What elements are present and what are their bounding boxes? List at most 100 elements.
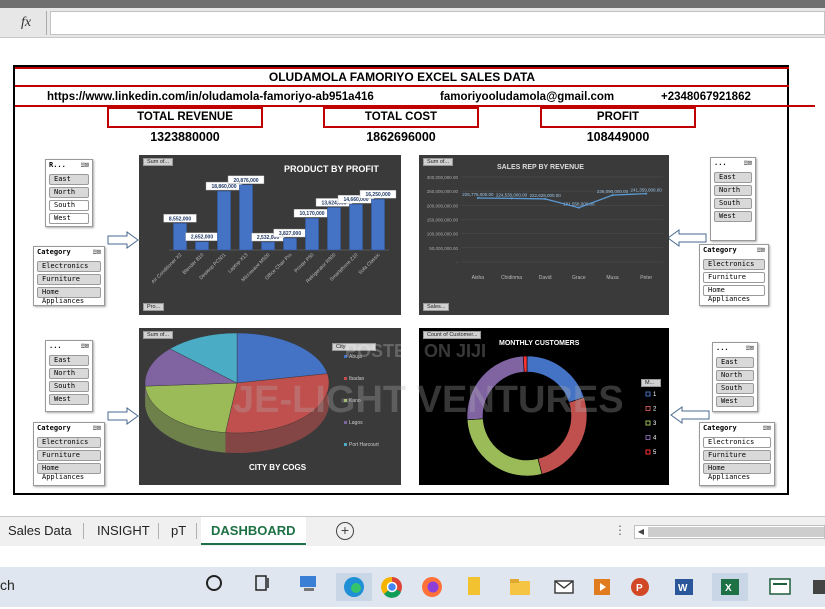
- slicer-item-electronics[interactable]: Electronics: [703, 259, 765, 270]
- slicer-filter-icon[interactable]: ≡⊠: [744, 159, 752, 167]
- category-slicer-top-right[interactable]: Category ≡⊠ Electronics Furniture Home Ap…: [699, 244, 769, 306]
- legend-field-button[interactable]: City: [332, 343, 376, 351]
- data-label-0: 8,552,000: [169, 216, 191, 222]
- axis-field-button[interactable]: Sales...: [423, 303, 450, 311]
- slicer-item-furniture[interactable]: Furniture: [703, 450, 771, 461]
- file-icon[interactable]: [460, 573, 488, 601]
- kpi-revenue-value: 1323880000: [150, 130, 220, 144]
- firefox-icon[interactable]: [418, 573, 446, 601]
- bar-1: [195, 241, 209, 251]
- kpi-cost-label: TOTAL COST: [323, 107, 479, 128]
- slicer-item-home-appliances[interactable]: Home Appliances: [37, 463, 101, 481]
- slicer-item-south[interactable]: South: [49, 381, 89, 392]
- word-icon[interactable]: W: [670, 573, 698, 601]
- slicer-item-east[interactable]: East: [716, 357, 754, 368]
- start-circle-icon[interactable]: [200, 573, 228, 601]
- mail-icon[interactable]: [550, 573, 578, 601]
- media-player-icon[interactable]: [588, 573, 616, 601]
- value-field-button[interactable]: Count of Customer...: [423, 331, 482, 339]
- slicer-item-east[interactable]: East: [49, 174, 89, 185]
- edge-icon[interactable]: [336, 573, 372, 601]
- region-slicer-bottom-left[interactable]: ... ≡⊠ East North South West: [45, 340, 93, 412]
- slicer-item-north[interactable]: North: [714, 185, 752, 196]
- insert-function-button[interactable]: fx: [8, 12, 44, 34]
- value-field-button[interactable]: Sum of...: [143, 158, 174, 166]
- slicer-item-home-appliances[interactable]: Home Appliances: [703, 285, 765, 303]
- monthly-customers-plot: MONTHLY CUSTOMERS 1 2 3 4 5: [466, 340, 657, 477]
- sales-rep-revenue-chart[interactable]: SALES REP BY REVENUE 300,000,000.00 250,00…: [419, 155, 669, 315]
- tab-options-icon[interactable]: ⋮: [614, 523, 626, 537]
- slicer-item-home-appliances[interactable]: Home Appliances: [37, 287, 101, 305]
- slicer-title: ...: [49, 342, 62, 350]
- axis-field-button[interactable]: Pro...: [143, 303, 165, 311]
- slicer-filter-icon[interactable]: ≡⊠: [763, 424, 771, 432]
- bar-2: [217, 190, 231, 251]
- linkedin-link[interactable]: https://www.linkedin.com/in/oludamola-fa…: [47, 88, 374, 106]
- scrollbar-thumb[interactable]: [648, 527, 824, 537]
- slicer-item-north[interactable]: North: [49, 187, 89, 198]
- legend-swatch-3: [645, 435, 651, 440]
- product-by-profit-chart[interactable]: PRODUCT BY PROFIT 8,552,000 Air Conditione…: [139, 155, 401, 315]
- category-slicer-bottom-right[interactable]: Category ≡⊠ Electronics Furniture Home Ap…: [699, 422, 775, 486]
- legend-swatch-2: [645, 420, 651, 426]
- tab-insight[interactable]: INSIGHT: [89, 517, 158, 545]
- category-label-4: Musa: [606, 275, 618, 281]
- slicer-item-furniture[interactable]: Furniture: [703, 272, 765, 283]
- tab-pt[interactable]: pT: [163, 517, 194, 545]
- search-box-text[interactable]: ch: [0, 577, 15, 593]
- formula-input[interactable]: [50, 11, 825, 35]
- tab-divider: [158, 523, 159, 539]
- y-tick-label-4: 100,000,000.00: [427, 232, 459, 237]
- slicer-filter-icon[interactable]: ≡⊠: [81, 161, 89, 169]
- file-explorer-icon[interactable]: [506, 573, 534, 601]
- slicer-item-west[interactable]: West: [714, 211, 752, 222]
- region-slicer-bottom-right[interactable]: ... ≡⊠ East North South West: [712, 342, 758, 412]
- horizontal-scrollbar[interactable]: ◀: [634, 525, 825, 539]
- value-field-button[interactable]: Sum of...: [423, 158, 454, 166]
- slicer-item-electronics[interactable]: Electronics: [37, 261, 101, 272]
- app-icon[interactable]: [806, 573, 825, 601]
- slicer-item-east[interactable]: East: [714, 172, 752, 183]
- city-by-cogs-chart[interactable]: Abuja Ibadan Kano Lagos Port Harcourt CITY BY…: [139, 328, 401, 485]
- scroll-left-icon[interactable]: ◀: [635, 526, 647, 538]
- slicer-filter-icon[interactable]: ≡⊠: [746, 344, 754, 352]
- slicer-item-north[interactable]: North: [716, 370, 754, 381]
- chrome-icon[interactable]: [378, 573, 406, 601]
- slicer-item-south[interactable]: South: [714, 198, 752, 209]
- slicer-filter-icon[interactable]: ≡⊠: [757, 246, 765, 254]
- slicer-item-electronics[interactable]: Electronics: [703, 437, 771, 448]
- slicer-item-furniture[interactable]: Furniture: [37, 450, 101, 461]
- category-slicer-bottom-left[interactable]: Category ≡⊠ Electronics Furniture Home Ap…: [33, 422, 105, 486]
- region-slicer-top-left[interactable]: R... ≡⊠ East North South West: [45, 159, 93, 227]
- category-slicer-top-left[interactable]: Category ≡⊠ Electronics Furniture Home Ap…: [33, 246, 105, 306]
- powerpoint-icon[interactable]: P: [626, 573, 654, 601]
- slicer-item-furniture[interactable]: Furniture: [37, 274, 101, 285]
- slicer-item-east[interactable]: East: [49, 355, 89, 366]
- data-label-2: 18,860,000: [211, 184, 236, 190]
- tab-sales-data[interactable]: Sales Data: [0, 517, 80, 545]
- slicer-item-west[interactable]: West: [49, 213, 89, 224]
- dashboard-title: OLUDAMOLA FAMORIYO EXCEL SALES DATA: [15, 67, 789, 87]
- slicer-item-home-appliances[interactable]: Home Appliances: [703, 463, 771, 481]
- monthly-customers-chart[interactable]: MONTHLY CUSTOMERS 1 2 3 4 5 Count of Customer…: [419, 328, 669, 485]
- add-sheet-button[interactable]: +: [336, 522, 354, 540]
- slicer-item-south[interactable]: South: [716, 383, 754, 394]
- region-slicer-top-right[interactable]: ... ≡⊠ East North South West: [710, 157, 756, 241]
- this-pc-icon[interactable]: [295, 573, 323, 601]
- task-view-icon[interactable]: [248, 573, 276, 601]
- slicer-filter-icon[interactable]: ≡⊠: [81, 342, 89, 350]
- slicer-item-south[interactable]: South: [49, 200, 89, 211]
- arrow-right-icon: [107, 231, 139, 249]
- legend-field-button[interactable]: M...: [641, 379, 661, 387]
- slicer-item-west[interactable]: West: [49, 394, 89, 405]
- excel-icon[interactable]: X: [712, 573, 748, 601]
- svg-text:P: P: [636, 583, 643, 594]
- value-field-button[interactable]: Sum of...: [143, 331, 174, 339]
- other-app-icon[interactable]: [766, 573, 794, 601]
- slicer-item-electronics[interactable]: Electronics: [37, 437, 101, 448]
- slicer-item-west[interactable]: West: [716, 396, 754, 407]
- slicer-item-north[interactable]: North: [49, 368, 89, 379]
- tab-dashboard[interactable]: DASHBOARD: [201, 517, 306, 545]
- slicer-filter-icon[interactable]: ≡⊠: [93, 248, 101, 256]
- slicer-filter-icon[interactable]: ≡⊠: [93, 424, 101, 432]
